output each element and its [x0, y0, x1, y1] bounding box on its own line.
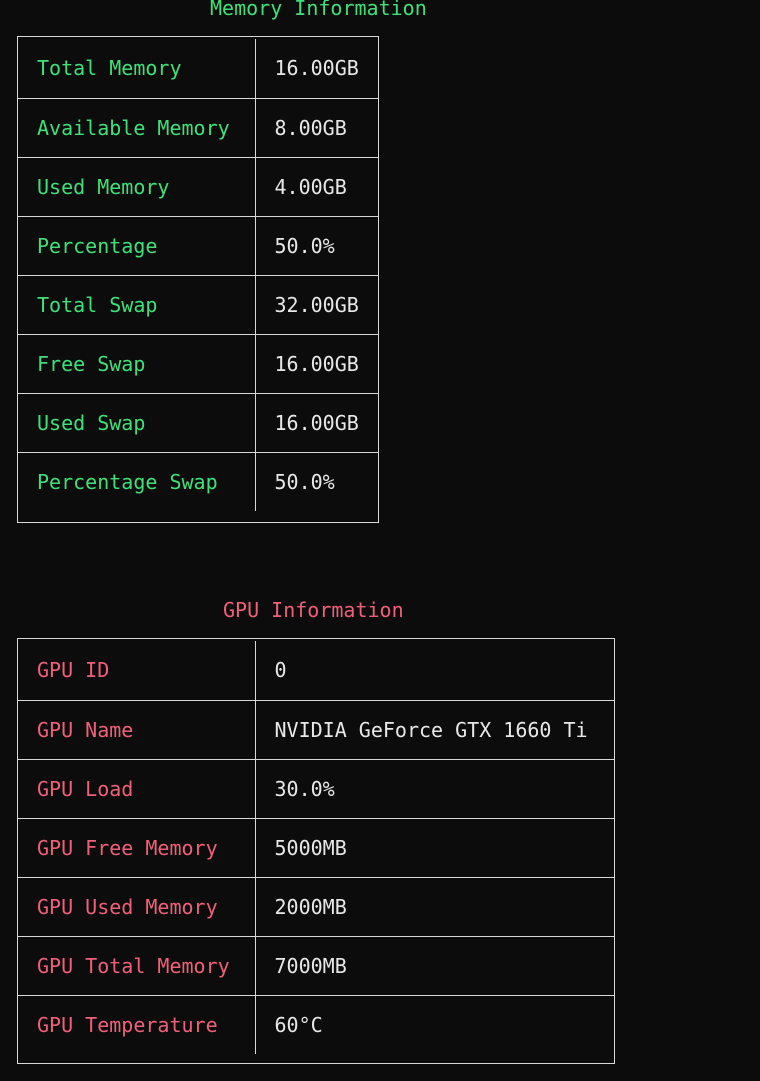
memory-row-label: Available Memory	[18, 97, 256, 158]
memory-row-label: Percentage Swap	[18, 451, 256, 511]
table-row: Total Swap 32.00GB	[18, 274, 378, 335]
gpu-row-label: GPU Total Memory	[18, 935, 256, 996]
table-row: GPU Load 30.0%	[18, 758, 614, 819]
table-row: GPU Used Memory 2000MB	[18, 876, 614, 937]
table-row: Used Swap 16.00GB	[18, 392, 378, 453]
gpu-row-label: GPU Temperature	[18, 994, 256, 1054]
table-row: GPU Name NVIDIA GeForce GTX 1660 Ti	[18, 699, 614, 760]
memory-row-value: 16.00GB	[255, 392, 378, 453]
memory-row-value: 16.00GB	[255, 333, 378, 394]
memory-section-title: Memory Information	[210, 0, 427, 20]
memory-row-value: 32.00GB	[255, 274, 378, 335]
memory-row-label: Used Swap	[18, 392, 256, 453]
gpu-row-value: 5000MB	[255, 817, 614, 878]
gpu-row-value: 60°C	[255, 994, 614, 1054]
gpu-table-frame: GPU ID 0 GPU Name NVIDIA GeForce GTX 166…	[17, 638, 615, 1064]
gpu-row-label: GPU Name	[18, 699, 256, 760]
memory-table: Total Memory 16.00GB Available Memory 8.…	[18, 39, 378, 511]
memory-row-value: 8.00GB	[255, 97, 378, 158]
memory-row-label: Free Swap	[18, 333, 256, 394]
memory-row-label: Percentage	[18, 215, 256, 276]
table-row: GPU Total Memory 7000MB	[18, 935, 614, 996]
memory-row-value: 50.0%	[255, 215, 378, 276]
memory-row-label: Total Swap	[18, 274, 256, 335]
memory-row-value: 50.0%	[255, 451, 378, 511]
gpu-row-value: 0	[255, 641, 614, 701]
gpu-row-value: NVIDIA GeForce GTX 1660 Ti	[255, 699, 614, 760]
memory-row-label: Used Memory	[18, 156, 256, 217]
gpu-row-value: 2000MB	[255, 876, 614, 937]
gpu-row-value: 30.0%	[255, 758, 614, 819]
table-row: Percentage Swap 50.0%	[18, 451, 378, 511]
table-row: Percentage 50.0%	[18, 215, 378, 276]
table-row: Used Memory 4.00GB	[18, 156, 378, 217]
memory-table-frame: Total Memory 16.00GB Available Memory 8.…	[17, 36, 379, 523]
table-row: GPU Free Memory 5000MB	[18, 817, 614, 878]
table-row: Available Memory 8.00GB	[18, 97, 378, 158]
memory-row-value: 16.00GB	[255, 39, 378, 99]
table-row: Total Memory 16.00GB	[18, 39, 378, 99]
table-row: Free Swap 16.00GB	[18, 333, 378, 394]
gpu-row-label: GPU Free Memory	[18, 817, 256, 878]
gpu-section-title: GPU Information	[223, 598, 404, 622]
table-row: GPU ID 0	[18, 641, 614, 701]
gpu-row-value: 7000MB	[255, 935, 614, 996]
gpu-table: GPU ID 0 GPU Name NVIDIA GeForce GTX 166…	[18, 641, 614, 1054]
memory-row-value: 4.00GB	[255, 156, 378, 217]
gpu-row-label: GPU ID	[18, 641, 256, 701]
table-row: GPU Temperature 60°C	[18, 994, 614, 1054]
memory-row-label: Total Memory	[18, 39, 256, 99]
gpu-row-label: GPU Load	[18, 758, 256, 819]
gpu-row-label: GPU Used Memory	[18, 876, 256, 937]
